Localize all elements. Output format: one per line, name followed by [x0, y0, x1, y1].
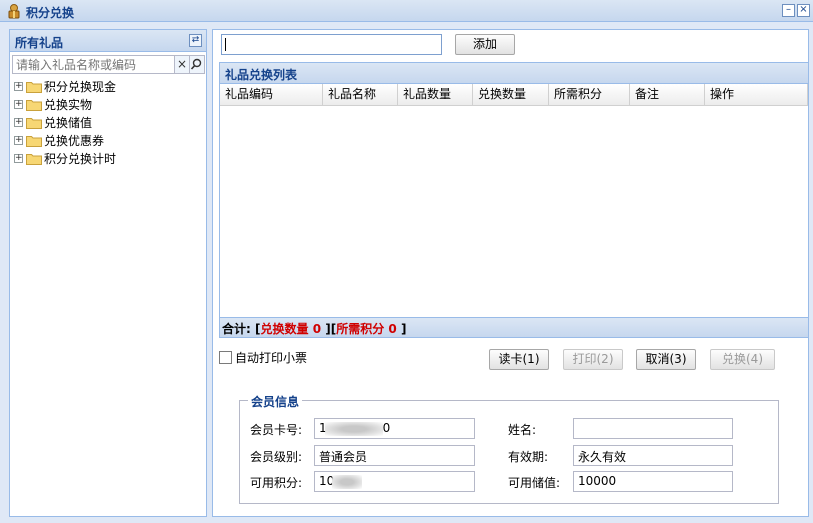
- points-field[interactable]: 10: [314, 471, 475, 492]
- gift-tree-title: 所有礼品: [15, 36, 64, 50]
- card-no-field[interactable]: 10: [314, 418, 475, 439]
- gift-search-input[interactable]: [12, 55, 175, 74]
- required-points-label: 所需积分: [336, 322, 385, 336]
- expand-plus-icon[interactable]: +: [14, 154, 23, 163]
- tree-item-label: 兑换优惠券: [44, 134, 105, 148]
- redacted-mask: [332, 474, 363, 489]
- summary-label: 合计:: [222, 322, 251, 336]
- window-title: 积分兑换: [26, 6, 75, 20]
- exchange-qty-value: 0: [312, 322, 322, 336]
- exchange-list-grid: 礼品兑换列表 礼品编码 礼品名称 礼品数量 兑换数量 所需积分 备注 操作 合计…: [219, 62, 809, 338]
- column-gift-qty[interactable]: 礼品数量: [398, 84, 473, 105]
- card-no-label: 会员卡号:: [250, 423, 303, 437]
- validity-label: 有效期:: [508, 450, 549, 464]
- folder-icon: [26, 154, 42, 165]
- folder-icon: [26, 100, 42, 111]
- minimize-button[interactable]: –: [782, 4, 795, 17]
- expand-plus-icon[interactable]: +: [14, 136, 23, 145]
- tree-item-label: 兑换储值: [44, 116, 93, 130]
- gift-exchange-icon: [8, 4, 20, 19]
- window-titlebar: 积分兑换 – ×: [0, 0, 813, 22]
- cancel-button[interactable]: 取消(3): [636, 349, 696, 370]
- tree-item-label: 积分兑换现金: [44, 80, 117, 94]
- balance-label: 可用储值:: [508, 476, 561, 490]
- auto-print-checkbox[interactable]: [219, 351, 232, 364]
- validity-field[interactable]: 永久有效: [573, 445, 733, 466]
- expand-plus-icon[interactable]: +: [14, 100, 23, 109]
- gift-tree-header: 所有礼品 ⇄: [10, 30, 206, 52]
- tree-item-label: 兑换实物: [44, 98, 93, 112]
- gift-search-row: ×: [12, 55, 205, 74]
- gift-code-input[interactable]: [221, 34, 442, 55]
- level-value: 普通会员: [319, 450, 368, 464]
- print-button[interactable]: 打印(2): [563, 349, 623, 370]
- validity-value: 永久有效: [578, 450, 627, 464]
- redacted-mask: [324, 421, 383, 436]
- card-no-suffix: 0: [382, 421, 391, 435]
- name-label: 姓名:: [508, 423, 537, 437]
- column-gift-name[interactable]: 礼品名称: [323, 84, 398, 105]
- exchange-qty-label: 兑换数量: [260, 322, 309, 336]
- clear-icon[interactable]: ×: [175, 55, 190, 74]
- auto-print-label: 自动打印小票: [235, 351, 308, 365]
- folder-icon: [26, 118, 42, 129]
- exchange-button[interactable]: 兑换(4): [710, 349, 775, 370]
- gift-tree-panel: 所有礼品 ⇄ × + 积分兑换现金 + 兑换实物 +: [9, 29, 207, 517]
- grid-body: [220, 107, 808, 317]
- tree-item-label: 积分兑换计时: [44, 152, 117, 166]
- level-field[interactable]: 普通会员: [314, 445, 475, 466]
- member-info-fieldset: 会员信息 会员卡号: 10 姓名: 会员级别: 普通会员 有效期: 永久有效 可…: [239, 393, 779, 504]
- text-caret: [225, 38, 226, 51]
- refresh-icon[interactable]: ⇄: [189, 34, 202, 47]
- read-card-button[interactable]: 读卡(1): [489, 349, 549, 370]
- add-button[interactable]: 添加: [455, 34, 515, 55]
- bracket-close: ]: [400, 322, 407, 336]
- name-field[interactable]: [573, 418, 733, 439]
- tree-item-coupon[interactable]: + 兑换优惠券: [12, 132, 116, 150]
- column-gift-code[interactable]: 礼品编码: [220, 84, 323, 105]
- folder-icon: [26, 82, 42, 93]
- column-required-points[interactable]: 所需积分: [549, 84, 630, 105]
- level-label: 会员级别:: [250, 450, 303, 464]
- close-button[interactable]: ×: [797, 4, 810, 17]
- tree-item-stored-value[interactable]: + 兑换储值: [12, 114, 116, 132]
- column-remark[interactable]: 备注: [630, 84, 705, 105]
- grid-header: 礼品编码 礼品名称 礼品数量 兑换数量 所需积分 备注 操作: [220, 84, 808, 106]
- tree-item-timing[interactable]: + 积分兑换计时: [12, 150, 116, 168]
- expand-plus-icon[interactable]: +: [14, 82, 23, 91]
- points-label: 可用积分:: [250, 476, 303, 490]
- balance-value: 10000: [578, 474, 617, 488]
- tree-item-goods[interactable]: + 兑换实物: [12, 96, 116, 114]
- grid-title: 礼品兑换列表: [220, 63, 808, 84]
- grid-summary: 合计: [兑换数量 0 ][所需积分 0 ]: [220, 317, 808, 337]
- tree-item-cash[interactable]: + 积分兑换现金: [12, 78, 116, 96]
- balance-field[interactable]: 10000: [573, 471, 733, 492]
- member-info-legend: 会员信息: [248, 393, 303, 410]
- exchange-panel: 添加 礼品兑换列表 礼品编码 礼品名称 礼品数量 兑换数量 所需积分 备注 操作…: [212, 29, 809, 517]
- gift-category-tree: + 积分兑换现金 + 兑换实物 + 兑换储值 + 兑换优惠券 + 积分兑换计时: [12, 78, 116, 168]
- column-exchange-qty[interactable]: 兑换数量: [473, 84, 549, 105]
- folder-icon: [26, 136, 42, 147]
- search-icon[interactable]: [190, 55, 205, 74]
- expand-plus-icon[interactable]: +: [14, 118, 23, 127]
- required-points-value: 0: [388, 322, 397, 336]
- column-action[interactable]: 操作: [705, 84, 808, 105]
